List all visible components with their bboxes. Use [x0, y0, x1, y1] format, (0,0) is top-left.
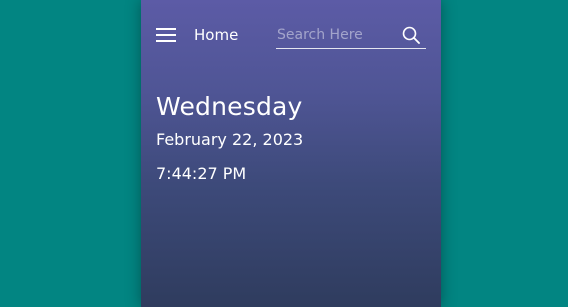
menu-line — [156, 40, 176, 42]
current-date: February 22, 2023 — [156, 130, 304, 149]
current-time: 7:44:27 PM — [156, 164, 247, 183]
day-of-week: Wednesday — [156, 92, 303, 121]
top-bar: Home — [141, 22, 441, 52]
search-input[interactable] — [276, 24, 395, 46]
home-link[interactable]: Home — [194, 26, 238, 44]
menu-line — [156, 28, 176, 30]
app-panel: Home Wednesday February 22, 2023 7:44:27… — [141, 0, 441, 307]
hamburger-menu-icon[interactable] — [156, 28, 176, 42]
search-icon[interactable] — [402, 26, 420, 44]
menu-line — [156, 34, 176, 36]
search-box — [276, 24, 426, 49]
